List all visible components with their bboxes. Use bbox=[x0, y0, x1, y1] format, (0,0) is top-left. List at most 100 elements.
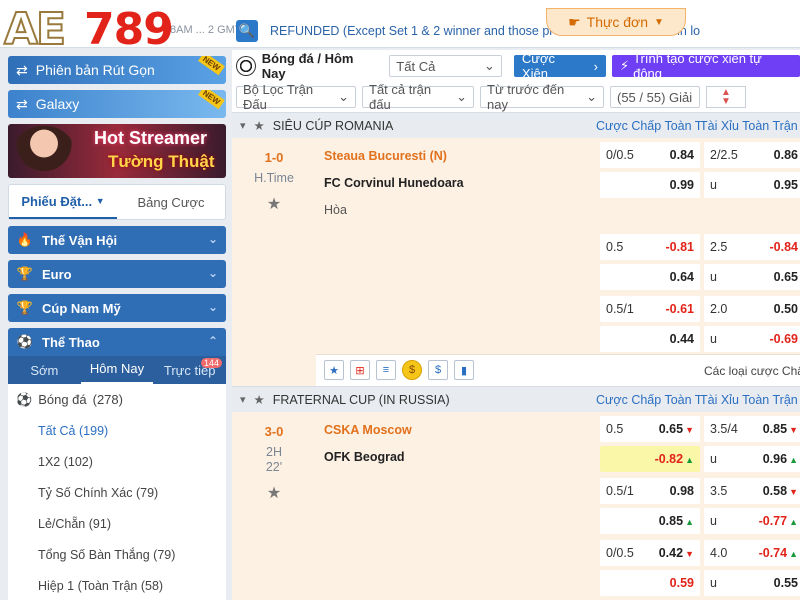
odds-cell[interactable]: 3.5/4 0.85 ▼ bbox=[704, 416, 800, 442]
tab-betslip[interactable]: Phiếu Đặt... ▼ bbox=[9, 185, 117, 219]
search-icon: 🔍 bbox=[238, 23, 256, 38]
all-matches-select[interactable]: Tất cả trận đấu ⌄ bbox=[362, 82, 474, 112]
category-euro[interactable]: 🏆 Euro ⌄ bbox=[8, 260, 226, 288]
tab-my-bets[interactable]: Bảng Cược bbox=[117, 185, 225, 219]
sport-list: ⚽ Bóng đá (278) Tất Cả (199) 1X2 (102) Tỷ … bbox=[8, 384, 226, 600]
odds-up-icon: ▲ bbox=[789, 455, 798, 465]
betslip-tabs: Phiếu Đặt... ▼ Bảng Cược bbox=[8, 184, 226, 220]
odds-cell[interactable]: 2/2.5 0.86 bbox=[704, 142, 800, 168]
filter-bar: Bộ Lọc Trận Đấu ⌄ Tất cả trận đấu ⌄ Từ trư… bbox=[232, 82, 800, 112]
sport-soccer[interactable]: ⚽ Bóng đá (278) bbox=[8, 384, 226, 415]
odds-cell[interactable]: u 0.95 bbox=[704, 172, 800, 198]
cashout-coin-icon[interactable]: $ bbox=[402, 360, 422, 380]
hand-icon: ☛ bbox=[568, 13, 581, 30]
list-item[interactable]: Hiệp 1 (Toàn Trận (58) bbox=[8, 570, 226, 600]
lightning-icon: ⚡ bbox=[619, 58, 630, 73]
compact-version-banner[interactable]: ⇄ Phiên bản Rút Gọn NEW bbox=[8, 56, 226, 84]
auto-parlay-button[interactable]: ⚡ Trình tạo cược xiên tự động bbox=[611, 51, 800, 81]
brand-logo[interactable]: AE 789 bbox=[3, 3, 184, 60]
main-panel: Bóng đá / Hôm Nay Tất Cả ⌄ Cược Xiên › ⚡ Tr… bbox=[232, 50, 800, 600]
market-filter-select[interactable]: Tất Cả ⌄ bbox=[389, 55, 502, 77]
odds-cell[interactable]: u 0.55 bbox=[704, 570, 800, 596]
list-item[interactable]: Tổng Số Bàn Thắng (79) bbox=[8, 539, 226, 570]
parlay-button[interactable]: Cược Xiên › bbox=[513, 51, 606, 81]
tab-today[interactable]: Hôm Nay bbox=[80, 361, 154, 384]
away-team[interactable]: FC Corvinul Hunedoara bbox=[324, 169, 594, 196]
home-team[interactable]: CSKA Moscow bbox=[324, 416, 594, 443]
more-bets-link[interactable]: Các loại cược Châu bbox=[704, 364, 800, 378]
stats-icon[interactable]: ▮ bbox=[454, 360, 474, 380]
field-icon[interactable]: ⊞ bbox=[350, 360, 370, 380]
galaxy-label: Galaxy bbox=[35, 96, 80, 112]
favorite-star-icon[interactable]: ★ bbox=[324, 360, 344, 380]
odds-cell[interactable]: 0.5 -0.81 bbox=[600, 234, 700, 260]
star-icon[interactable]: ★ bbox=[254, 118, 265, 133]
galaxy-banner[interactable]: ⇄ Galaxy NEW bbox=[8, 90, 226, 118]
odds-cell[interactable]: 0.99 bbox=[600, 172, 700, 198]
odds-cell[interactable]: 0.85 ▲ bbox=[600, 508, 700, 534]
column-handicap: Cược Chấp Toàn Trận bbox=[596, 392, 700, 407]
match-row: 1-0 H.Time ★ Steaua Bucuresti (N) FC Cor… bbox=[232, 138, 800, 386]
category-sports[interactable]: ⚽ Thể Thao ⌃ bbox=[8, 328, 226, 356]
draw-label[interactable]: Hòa bbox=[324, 196, 594, 223]
league-name: FRATERNAL CUP (IN RUSSIA) bbox=[272, 392, 450, 407]
odds-cell[interactable]: u 0.65 bbox=[704, 264, 800, 290]
category-copa-america[interactable]: 🏆 Cúp Nam Mỹ ⌄ bbox=[8, 294, 226, 322]
odds-cell[interactable]: -0.82 ▲ bbox=[600, 446, 700, 472]
odds-cell[interactable]: u -0.77 ▲ bbox=[704, 508, 800, 534]
odds-cell[interactable]: 0.64 bbox=[600, 264, 700, 290]
star-icon[interactable]: ★ bbox=[232, 194, 316, 214]
league-filter-select[interactable]: (55 / 55) Giải bbox=[610, 86, 700, 108]
chevron-down-icon: ⌄ bbox=[484, 58, 495, 73]
hot-streamer-banner[interactable]: Hot Streamer Tường Thuật bbox=[8, 124, 226, 178]
collapse-icon[interactable]: ▾ bbox=[240, 119, 246, 132]
soccer-ball-icon bbox=[236, 56, 256, 76]
league-header[interactable]: ▾ ★ SIÊU CÚP ROMANIA Cược Chấp Toàn Trận T… bbox=[232, 112, 800, 138]
odds-cell[interactable]: u -0.69 bbox=[704, 326, 800, 352]
menu-button[interactable]: ☛ Thực đơn ▼ bbox=[546, 8, 686, 36]
list-item[interactable]: Tỷ Số Chính Xác (79) bbox=[8, 477, 226, 508]
category-olympics[interactable]: 🔥 Thế Vận Hội ⌄ bbox=[8, 226, 226, 254]
home-team[interactable]: Steaua Bucuresti (N) bbox=[324, 142, 594, 169]
match-time: H.Time bbox=[254, 171, 294, 185]
sort-order-button[interactable]: ▲ ▼ bbox=[706, 86, 746, 108]
list-item[interactable]: 1X2 (102) bbox=[8, 446, 226, 477]
league-header[interactable]: ▾ ★ FRATERNAL CUP (IN RUSSIA) Cược Chấp To… bbox=[232, 386, 800, 412]
odds-cell[interactable]: 2.5 -0.84 bbox=[704, 234, 800, 260]
column-over-under: Tài Xỉu Toàn Trận bbox=[700, 118, 798, 133]
odds-cell[interactable]: 0/0.5 0.42 ▼ bbox=[600, 540, 700, 566]
odds-cell[interactable]: u 0.96 ▲ bbox=[704, 446, 800, 472]
list-icon[interactable]: ≡ bbox=[376, 360, 396, 380]
odds-cell[interactable]: 2.0 0.50 bbox=[704, 296, 800, 322]
league-name: SIÊU CÚP ROMANIA bbox=[272, 118, 394, 133]
streamer-subtitle: Tường Thuật bbox=[108, 152, 215, 171]
sort-select[interactable]: Từ trước đến nay ⌄ bbox=[480, 82, 604, 112]
compact-version-label: Phiên bản Rút Gọn bbox=[35, 62, 155, 78]
odds-cell[interactable]: 0/0.5 0.84 bbox=[600, 142, 700, 168]
column-over-under: Tài Xỉu Toàn Trận bbox=[700, 392, 798, 407]
odds-cell[interactable]: 0.59 bbox=[600, 570, 700, 596]
odds-cell[interactable]: 0.5 0.65 ▼ bbox=[600, 416, 700, 442]
odds-cell[interactable]: 3.5 0.58 ▼ bbox=[704, 478, 800, 504]
new-badge: NEW bbox=[198, 56, 225, 76]
odds-cell[interactable]: 0.44 bbox=[600, 326, 700, 352]
odds-cell[interactable]: 4.0 -0.74 ▲ bbox=[704, 540, 800, 566]
chevron-down-icon: ▼ bbox=[654, 16, 664, 28]
star-icon[interactable]: ★ bbox=[254, 392, 265, 407]
triangle-down-icon: ▼ bbox=[721, 96, 731, 107]
list-item[interactable]: Lẻ/Chẵn (91) bbox=[8, 508, 226, 539]
collapse-icon[interactable]: ▾ bbox=[240, 393, 246, 406]
away-team[interactable]: OFK Beograd bbox=[324, 443, 594, 470]
search-button[interactable]: 🔍 bbox=[236, 20, 258, 42]
odds-cell[interactable]: 0.5/1 -0.61 bbox=[600, 296, 700, 322]
trophy-icon: 🏆 bbox=[16, 266, 34, 281]
dollar-icon[interactable]: $ bbox=[428, 360, 448, 380]
tab-early[interactable]: Sớm bbox=[8, 363, 81, 384]
odds-cell[interactable]: 0.5/1 0.98 bbox=[600, 478, 700, 504]
match-filter-select[interactable]: Bộ Lọc Trận Đấu ⌄ bbox=[236, 82, 356, 112]
streamer-avatar bbox=[12, 126, 76, 176]
star-icon[interactable]: ★ bbox=[232, 483, 316, 503]
news-ticker: REFUNDED (Except Set 1 & 2 winner and th… bbox=[270, 24, 701, 38]
list-item[interactable]: Tất Cả (199) bbox=[8, 415, 226, 446]
main-header: Bóng đá / Hôm Nay Tất Cả ⌄ Cược Xiên › ⚡ Tr… bbox=[232, 50, 800, 82]
